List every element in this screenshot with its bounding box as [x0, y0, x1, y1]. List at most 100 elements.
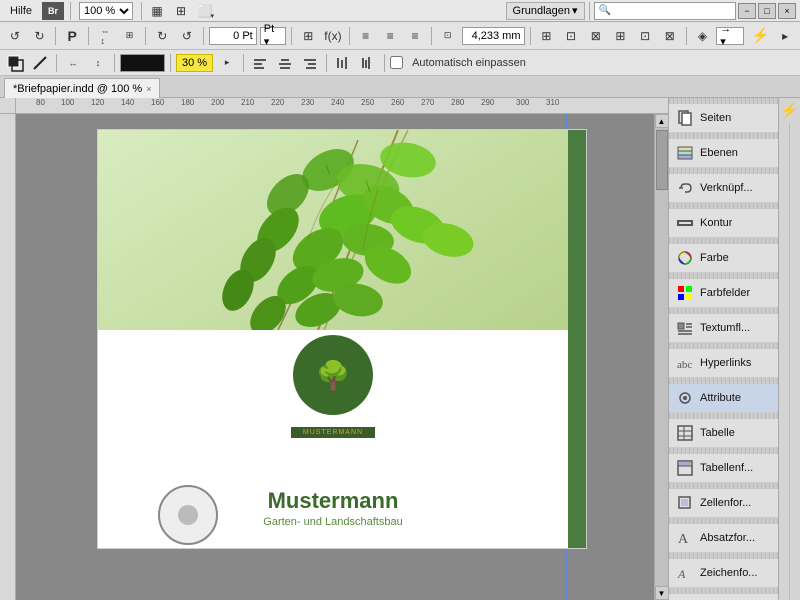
layout-btn2[interactable]: ⊡ — [560, 25, 582, 47]
scroll-up-button[interactable]: ▲ — [655, 114, 669, 128]
layout-btn6[interactable]: ⊠ — [659, 25, 681, 47]
layout-btn1[interactable]: ⊞ — [536, 25, 558, 47]
effect-btn1[interactable]: ⊞ — [297, 25, 319, 47]
scale-x-btn[interactable]: ⇔↕ — [94, 25, 116, 47]
sep-t1-5 — [291, 27, 292, 45]
zoom-selector[interactable]: 100 % — [79, 2, 133, 20]
align-btn1[interactable] — [249, 52, 271, 74]
panel-item-ebenen[interactable]: Ebenen — [669, 139, 778, 168]
panel-item-textumfl[interactable]: Textumfl... — [669, 314, 778, 343]
sep-t2-4 — [243, 54, 244, 72]
mm-input[interactable] — [466, 30, 521, 42]
bridge-icon[interactable]: Br — [42, 2, 64, 20]
panel-item-hyperlinks[interactable]: abc Hyperlinks — [669, 349, 778, 378]
company-name: Mustermann — [268, 488, 399, 514]
panel-item-absatzfor[interactable]: A Absatzfor... — [669, 524, 778, 553]
document-canvas: 🌳 MUSTERMANN Mustermann Garten- und Land… — [16, 114, 668, 600]
panel-item-seiten[interactable]: Seiten — [669, 104, 778, 133]
misc-btn1[interactable]: ◈ — [692, 25, 714, 47]
align-btn2[interactable] — [274, 52, 296, 74]
scroll-down-button[interactable]: ▼ — [655, 586, 669, 600]
scroll-thumb[interactable] — [656, 130, 668, 190]
sep-t2-2 — [114, 54, 115, 72]
align-right-btn[interactable]: ≡ — [404, 25, 426, 47]
tab-close-icon[interactable]: × — [146, 84, 151, 94]
panel-item-kontur[interactable]: Kontur — [669, 209, 778, 238]
ruler-horizontal: 80 100 120 140 160 180 200 210 220 230 2… — [0, 98, 668, 114]
frame-btn[interactable]: ⊡ — [437, 25, 459, 47]
align-center-btn[interactable]: ≡ — [379, 25, 401, 47]
auto-fit-label: Automatisch einpassen — [412, 57, 526, 69]
transform-btn[interactable]: P — [61, 25, 83, 47]
pt-input[interactable] — [213, 30, 253, 42]
panel-item-tabelle[interactable]: Tabelle — [669, 419, 778, 448]
scale-xy-btn[interactable]: ⊞ — [119, 25, 141, 47]
char-styles-icon: A — [675, 563, 695, 583]
flip-h-btn[interactable]: ↔ — [62, 52, 84, 74]
links-icon — [675, 178, 695, 198]
right-panel: Seiten Ebenen Verknüpf... Kontur — [668, 98, 778, 600]
align-btn4[interactable] — [332, 52, 354, 74]
panel-label-kontur: Kontur — [700, 217, 732, 229]
workspace-dropdown[interactable]: Grundlagen ▾ — [506, 2, 585, 20]
panel-sep-14[interactable] — [669, 588, 778, 594]
svg-text:A: A — [678, 532, 689, 547]
panel-item-attribute[interactable]: Attribute — [669, 384, 778, 413]
pages-icon — [675, 108, 695, 128]
zoom-dropdown[interactable]: 100 % — [79, 2, 133, 20]
table-styles-icon — [675, 458, 695, 478]
tab-briefpapier[interactable]: *Briefpapier.indd @ 100 % × — [4, 78, 160, 98]
layers-icon — [675, 143, 695, 163]
layout-btn5[interactable]: ⊡ — [634, 25, 656, 47]
align-btn5[interactable] — [357, 52, 379, 74]
panel-label-ebenen: Ebenen — [700, 147, 738, 159]
panel-item-zeichenfo[interactable]: A Zeichenfo... — [669, 559, 778, 588]
effect-btn2[interactable]: f(x) — [322, 25, 344, 47]
sep-t1-3 — [145, 27, 146, 45]
flip-v-btn[interactable]: ↕ — [87, 52, 109, 74]
rotate-ccw-btn[interactable]: ↺ — [176, 25, 198, 47]
percent-display: 30 % — [176, 54, 213, 72]
percent-step-btn[interactable]: ▸ — [216, 52, 238, 74]
panel-item-zellenfor[interactable]: Zellenfor... — [669, 489, 778, 518]
quick-apply-btn[interactable]: ⚡ — [750, 25, 772, 47]
panel-toggle-btn[interactable]: ▸ — [774, 25, 796, 47]
pt-unit-dropdown[interactable]: Pt ▾ — [260, 27, 287, 45]
tab-label: *Briefpapier.indd @ 100 % — [13, 83, 142, 95]
layout-btn3[interactable]: ⊠ — [585, 25, 607, 47]
fill-stroke-btn1[interactable] — [4, 52, 26, 74]
menu-hilfe[interactable]: Hilfe — [4, 3, 38, 19]
circle-inner — [178, 505, 198, 525]
undo-button[interactable]: ↺ — [4, 25, 26, 47]
arrow-dropdown[interactable]: → ▾ — [716, 27, 743, 45]
view-mode3-btn[interactable]: ⬜▾ — [194, 0, 216, 22]
lightning-icon[interactable]: ⚡ — [781, 102, 798, 119]
auto-fit-checkbox[interactable] — [390, 56, 403, 69]
close-button[interactable]: × — [778, 3, 796, 19]
rotate-cw-btn[interactable]: ↻ — [151, 25, 173, 47]
swatches-icon — [675, 283, 695, 303]
company-subtitle: Garten- und Landschaftsbau — [263, 516, 402, 528]
panel-item-farbfelder[interactable]: Farbfelder — [669, 279, 778, 308]
view-normal-btn[interactable]: ▦ — [146, 0, 168, 22]
ruler-vertical — [0, 114, 16, 600]
layout-btn4[interactable]: ⊞ — [610, 25, 632, 47]
stroke-color-btn[interactable] — [29, 52, 51, 74]
panel-item-verknuepf[interactable]: Verknüpf... — [669, 174, 778, 203]
color-swatch[interactable] — [120, 54, 165, 72]
search-icon: 🔍 — [599, 5, 611, 16]
sep-t1-2 — [88, 27, 89, 45]
redo-button[interactable]: ↻ — [29, 25, 51, 47]
doc-green-sidebar — [568, 130, 586, 548]
view-mode2-btn[interactable]: ⊞ — [170, 0, 192, 22]
panel-label-hyperlinks: Hyperlinks — [700, 357, 751, 369]
search-input[interactable] — [611, 5, 731, 17]
panel-label-attribute: Attribute — [700, 392, 741, 404]
minimize-button[interactable]: − — [738, 3, 756, 19]
panel-item-tabellenf[interactable]: Tabellenf... — [669, 454, 778, 483]
search-bar[interactable]: 🔍 — [594, 2, 736, 20]
maximize-button[interactable]: □ — [758, 3, 776, 19]
panel-item-farbe[interactable]: Farbe — [669, 244, 778, 273]
align-btn3[interactable] — [299, 52, 321, 74]
align-left-btn[interactable]: ≡ — [355, 25, 377, 47]
